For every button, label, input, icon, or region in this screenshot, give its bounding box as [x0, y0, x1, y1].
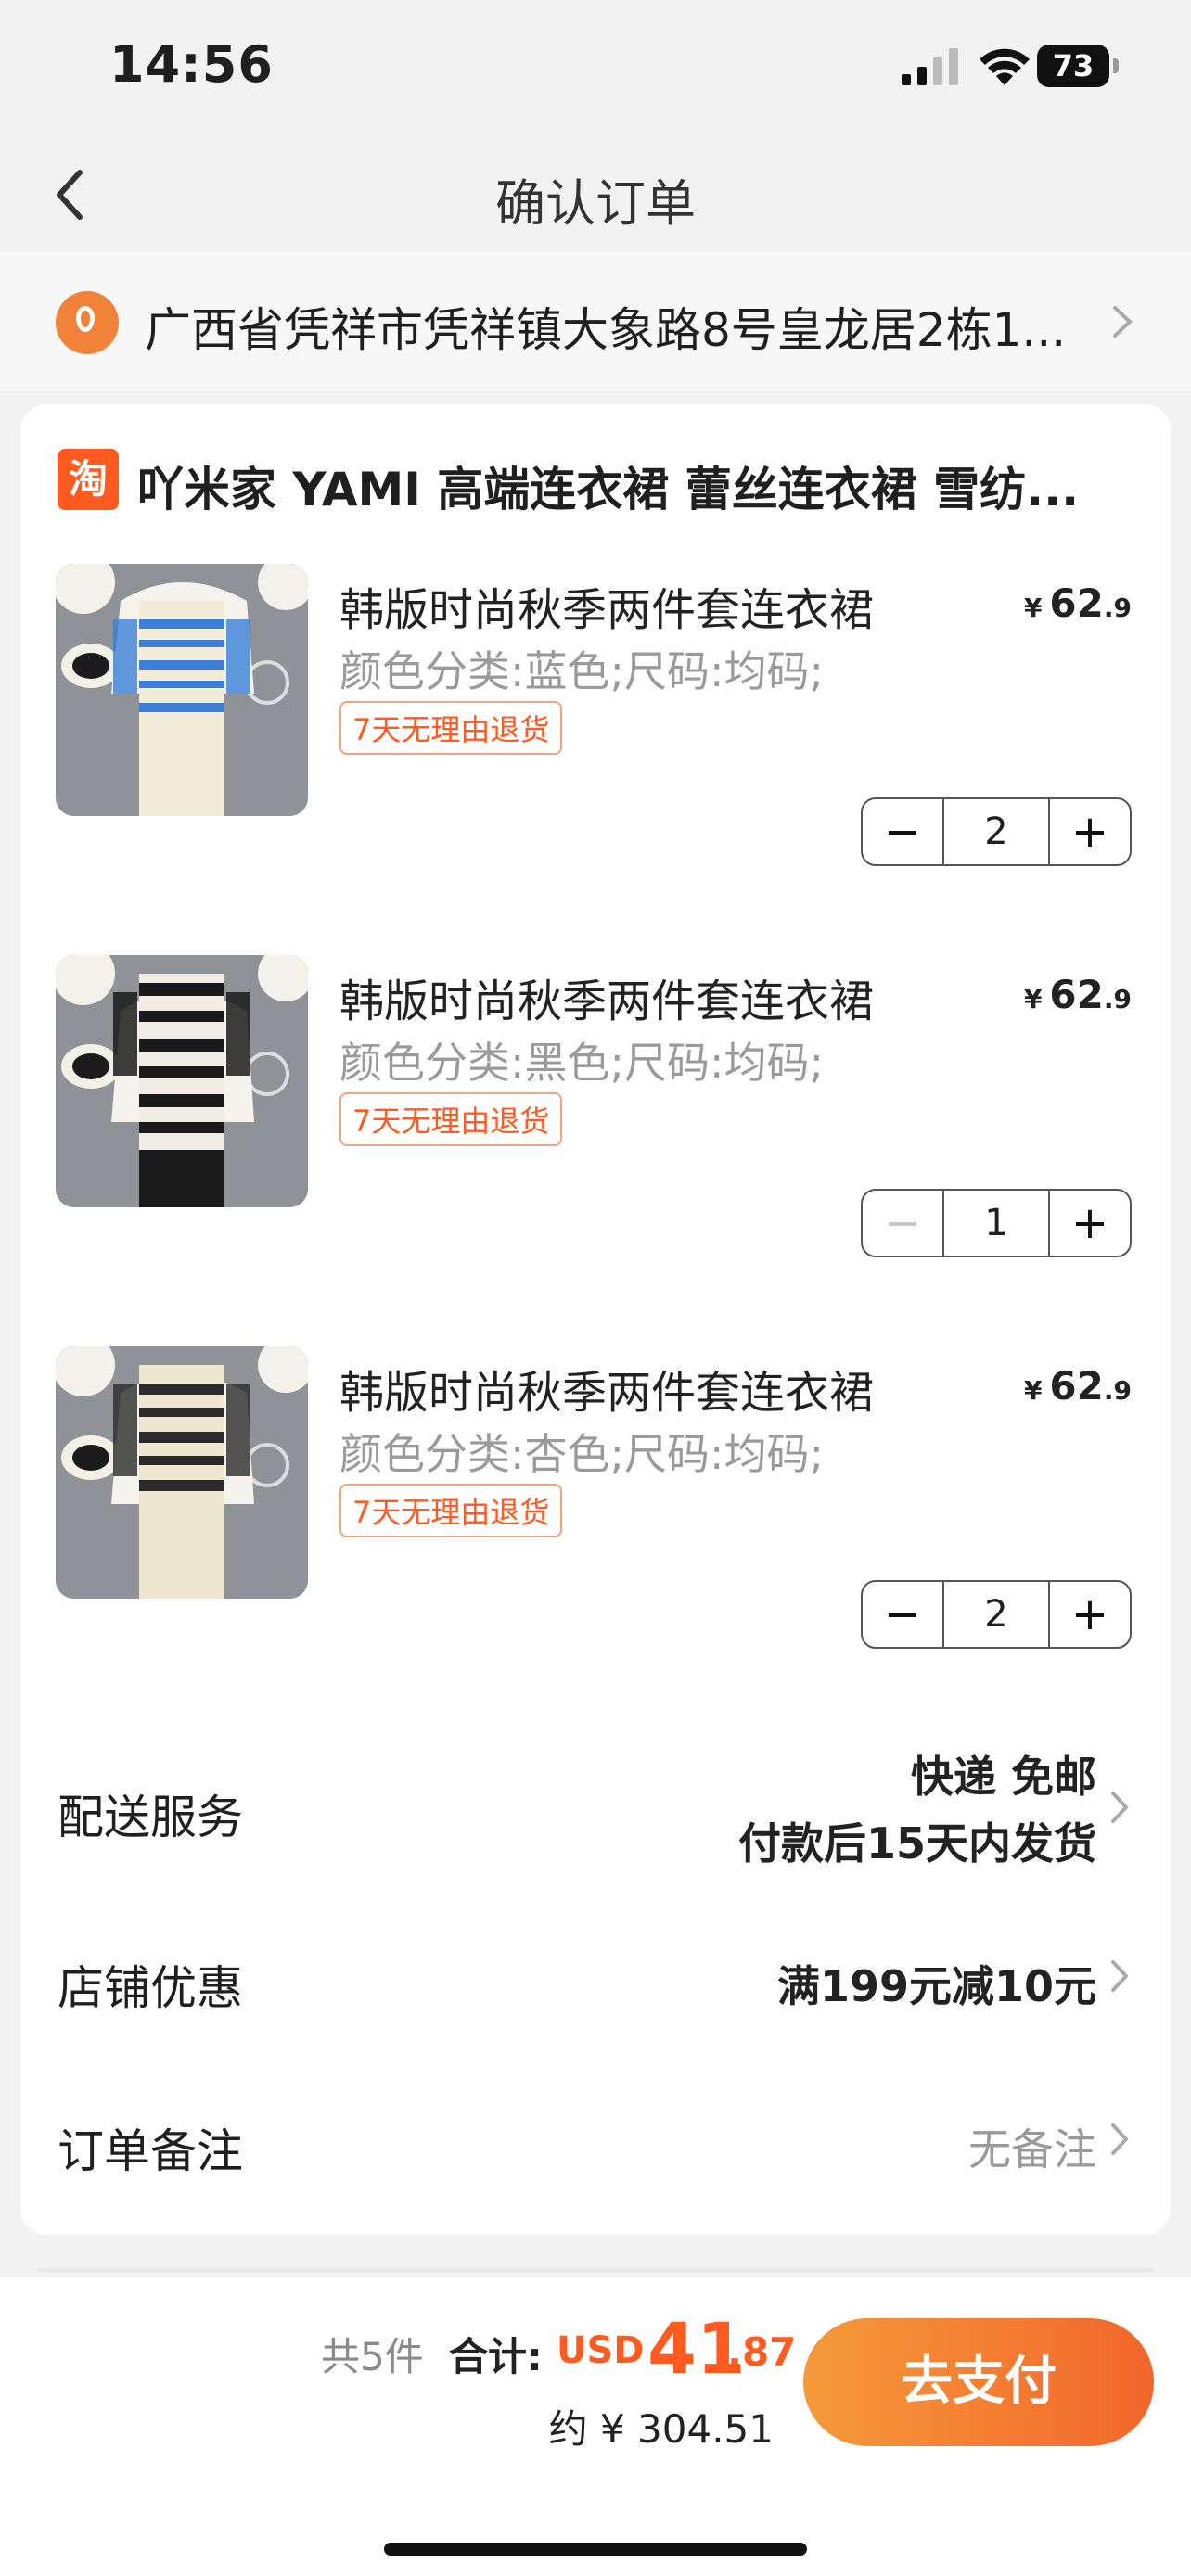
divider [37, 2268, 1154, 2272]
list-item[interactable]: 韩版时尚秋季两件套连衣裙 颜色分类:黑色;尺码:均码; 7天无理由退货 ¥62.… [56, 955, 1150, 1270]
wifi-icon [980, 48, 1030, 85]
list-item[interactable]: 韩版时尚秋季两件套连衣裙 颜色分类:杏色;尺码:均码; 7天无理由退货 ¥62.… [56, 1346, 1150, 1662]
delivery-label: 配送服务 [58, 1791, 243, 1844]
order-note-row[interactable]: 订单备注 无备注 [58, 2107, 1152, 2181]
decrease-button[interactable]: − [863, 799, 942, 864]
total-label: 合计: [449, 2334, 543, 2379]
product-price: ¥62.9 [1023, 580, 1132, 626]
total-currency: USD [557, 2329, 645, 2372]
quantity-value[interactable]: 1 [942, 1191, 1050, 1256]
delivery-time: 付款后15天内发货 [737, 1818, 1096, 1868]
quantity-value[interactable]: 2 [942, 1582, 1050, 1647]
discount-value: 满199元减10元 [776, 1961, 1096, 2011]
location-pin-icon [56, 291, 119, 354]
product-image [56, 1346, 308, 1599]
product-price: ¥62.9 [1023, 1363, 1132, 1409]
return-policy-badge: 7天无理由退货 [339, 1092, 563, 1146]
taobao-logo-icon: 淘 [58, 449, 119, 510]
delivery-service-row[interactable]: 配送服务 快递 免邮 付款后15天内发货 [58, 1740, 1152, 1879]
status-bar: 14:56 73 [0, 0, 1191, 139]
discount-label: 店铺优惠 [58, 1961, 243, 2015]
increase-button[interactable]: + [1050, 1582, 1130, 1647]
order-card: 淘 吖米家 YAMI 高端连衣裙 蕾丝连衣裙 雪纺... 韩版时尚秋季两件套连衣… [20, 404, 1171, 2235]
total-amount-dec: .87 [727, 2329, 797, 2375]
product-image [56, 564, 308, 816]
decrease-button[interactable]: − [863, 1191, 942, 1256]
nav-bar: 确认订单 [0, 139, 1191, 250]
product-name: 韩版时尚秋季两件套连衣裙 [339, 1367, 875, 1419]
battery-icon: 73 [1037, 45, 1119, 87]
return-policy-badge: 7天无理由退货 [339, 701, 563, 755]
quantity-stepper[interactable]: − 2 + [861, 797, 1132, 866]
chevron-right-icon [1111, 1960, 1129, 1992]
pay-button[interactable]: 去支付 [803, 2318, 1154, 2446]
decrease-button[interactable]: − [863, 1582, 942, 1647]
status-time: 14:56 [109, 35, 274, 94]
shop-name: 吖米家 YAMI 高端连衣裙 蕾丝连衣裙 雪纺... [137, 463, 1080, 516]
product-name: 韩版时尚秋季两件套连衣裙 [339, 976, 875, 1027]
chevron-right-icon [1113, 306, 1133, 338]
note-value: 无备注 [968, 2124, 1096, 2174]
checkout-bar: 共5件 合计: USD 41 .87 约 ¥ 304.51 去支付 [0, 2277, 1191, 2576]
chevron-right-icon [1111, 1792, 1129, 1823]
shop-discount-row[interactable]: 店铺优惠 满199元减10元 [58, 1944, 1152, 2018]
product-spec: 颜色分类:黑色;尺码:均码; [339, 1038, 824, 1088]
product-name: 韩版时尚秋季两件套连衣裙 [339, 584, 875, 636]
shipping-address[interactable]: 广西省凭祥市凭祥镇大象路8号皇龙居2栋1... [0, 252, 1191, 391]
approx-cny-total: 约 ¥ 304.51 [548, 2406, 774, 2452]
increase-button[interactable]: + [1050, 1191, 1130, 1256]
product-image [56, 955, 308, 1207]
address-text: 广西省凭祥市凭祥镇大象路8号皇龙居2栋1... [145, 303, 1067, 357]
home-indicator [384, 2543, 807, 2556]
list-item[interactable]: 韩版时尚秋季两件套连衣裙 颜色分类:蓝色;尺码:均码; 7天无理由退货 ¥62.… [56, 564, 1150, 879]
item-count: 共5件 [321, 2334, 424, 2379]
quantity-stepper[interactable]: − 1 + [861, 1189, 1132, 1257]
cellular-signal-icon [902, 48, 958, 85]
product-spec: 颜色分类:杏色;尺码:均码; [339, 1429, 824, 1479]
increase-button[interactable]: + [1050, 799, 1130, 864]
shop-header[interactable]: 淘 吖米家 YAMI 高端连衣裙 蕾丝连衣裙 雪纺... [58, 449, 1152, 516]
note-label: 订单备注 [58, 2124, 243, 2178]
return-policy-badge: 7天无理由退货 [339, 1484, 563, 1537]
chevron-right-icon [1111, 2123, 1129, 2155]
quantity-stepper[interactable]: − 2 + [861, 1580, 1132, 1649]
page-title: 确认订单 [495, 174, 696, 233]
battery-level: 73 [1037, 45, 1109, 87]
quantity-value[interactable]: 2 [942, 799, 1050, 864]
product-spec: 颜色分类:蓝色;尺码:均码; [339, 646, 824, 696]
product-price: ¥62.9 [1023, 972, 1132, 1017]
delivery-method: 快递 免邮 [910, 1752, 1096, 1802]
